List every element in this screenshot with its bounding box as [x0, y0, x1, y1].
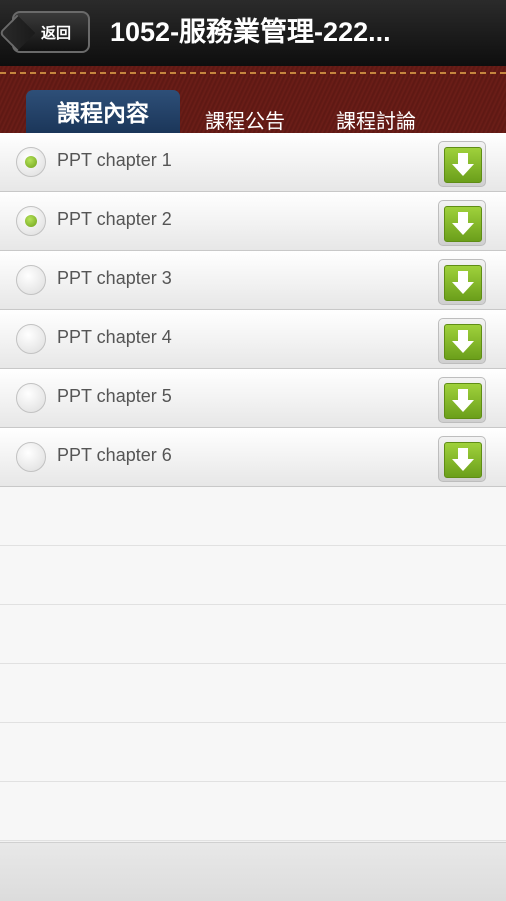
chapter-row[interactable]: PPT chapter 4: [0, 310, 506, 369]
chapter-label: PPT chapter 5: [57, 386, 172, 406]
chapter-row[interactable]: PPT chapter 3: [0, 251, 506, 310]
unviewed-radio-icon: [16, 265, 46, 295]
download-button[interactable]: [438, 377, 486, 423]
download-arrow-icon: [444, 206, 482, 242]
download-button[interactable]: [438, 200, 486, 246]
download-button[interactable]: [438, 318, 486, 364]
chapter-row[interactable]: PPT chapter 6: [0, 428, 506, 487]
chapter-label: PPT chapter 1: [57, 150, 172, 170]
download-button[interactable]: [438, 259, 486, 305]
stitch-divider: [0, 72, 506, 74]
empty-row: [0, 723, 506, 782]
top-bar: 返回 1052-服務業管理-222...: [0, 0, 506, 67]
back-arrow-icon: [0, 14, 36, 52]
chapter-row[interactable]: PPT chapter 1: [0, 133, 506, 192]
viewed-radio-icon: [16, 206, 46, 236]
download-arrow-icon: [444, 147, 482, 183]
back-button-label: 返回: [40, 24, 71, 42]
empty-row: [0, 782, 506, 841]
empty-row: [0, 487, 506, 546]
tab-course-discussion[interactable]: 課程討論: [336, 104, 416, 133]
download-arrow-icon: [444, 265, 482, 301]
download-button[interactable]: [438, 141, 486, 187]
empty-row: [0, 664, 506, 723]
unviewed-radio-icon: [16, 324, 46, 354]
download-arrow-icon: [444, 383, 482, 419]
empty-row: [0, 605, 506, 664]
footer-bar: [0, 842, 506, 901]
chapter-label: PPT chapter 3: [57, 268, 172, 288]
chapter-label: PPT chapter 6: [57, 445, 172, 465]
chapter-label: PPT chapter 4: [57, 327, 172, 347]
chapter-list: PPT chapter 1 PPT chapter 2 PPT chapter …: [0, 133, 506, 841]
viewed-radio-icon: [16, 147, 46, 177]
chapter-label: PPT chapter 2: [57, 209, 172, 229]
tab-course-content[interactable]: 課程內容: [26, 90, 180, 133]
tab-bar: 課程內容 課程公告 課程討論: [0, 66, 506, 133]
back-button[interactable]: 返回: [0, 11, 90, 53]
download-button[interactable]: [438, 436, 486, 482]
download-arrow-icon: [444, 324, 482, 360]
chapter-row[interactable]: PPT chapter 2: [0, 192, 506, 251]
page-title: 1052-服務業管理-222...: [110, 17, 391, 47]
unviewed-radio-icon: [16, 442, 46, 472]
chapter-row[interactable]: PPT chapter 5: [0, 369, 506, 428]
viewed-dot: [25, 215, 37, 227]
download-arrow-icon: [444, 442, 482, 478]
empty-row: [0, 546, 506, 605]
unviewed-radio-icon: [16, 383, 46, 413]
tab-course-announcements[interactable]: 課程公告: [205, 104, 285, 133]
viewed-dot: [25, 156, 37, 168]
